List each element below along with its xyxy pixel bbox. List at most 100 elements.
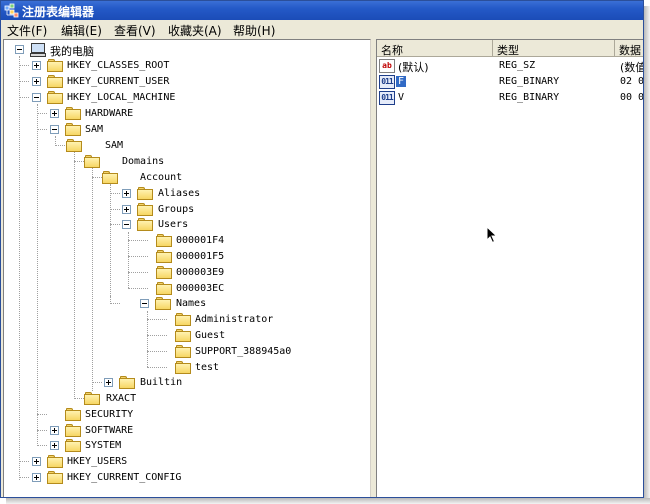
tree-label: SAM [105,140,124,151]
tree-label: Builtin [140,377,183,388]
tree-label: HKEY_USERS [67,456,128,467]
title-bar[interactable]: 注册表编辑器 [1,1,643,20]
folder-icon [65,439,81,452]
binary-value-icon: 011 [379,91,395,105]
tree-label: Groups [158,204,195,215]
expand-icon[interactable] [32,457,41,466]
expand-icon[interactable] [104,378,113,387]
tree-label: Users [158,219,189,230]
regedit-app-icon [4,3,19,18]
folder-icon [156,234,172,247]
open-folder-icon [102,171,118,184]
expand-icon[interactable] [32,473,41,482]
tree-label: 我的电脑 [50,45,94,58]
folder-icon [65,424,81,437]
tree-label: SAM [85,124,104,135]
collapse-icon[interactable] [50,125,59,134]
folder-icon [47,59,63,72]
open-folder-icon [65,123,81,136]
string-value-icon: ab [379,59,395,73]
open-folder-icon [47,91,63,104]
tree-label: SYSTEM [85,440,122,451]
tree-label: Names [176,298,207,309]
tree-label: HKEY_LOCAL_MACHINE [67,92,176,103]
folder-icon [84,392,100,405]
tree-label: 000003EC [176,283,225,294]
folder-icon [47,471,63,484]
folder-icon [137,203,153,216]
open-folder-icon [137,218,153,231]
folder-icon [175,329,191,342]
value-name: V [398,92,405,103]
open-folder-icon [84,155,100,168]
regedit-window: 注册表编辑器 文件(F) 编辑(E) 查看(V) 收藏夹(A) 帮助(H) 我的… [0,0,644,498]
menu-favorites[interactable]: 收藏夹(A) [168,22,222,39]
column-header-data[interactable]: 数据 [615,40,643,57]
tree-label: 000001F4 [176,235,225,246]
folder-icon [137,187,153,200]
binary-value-icon: 011 [379,75,395,89]
folder-icon [47,75,63,88]
folder-icon [156,282,172,295]
folder-icon [156,250,172,263]
tree-label: 000003E9 [176,267,225,278]
expand-icon[interactable] [122,205,131,214]
folder-icon [175,345,191,358]
value-data: 02 0 [620,76,643,87]
expand-icon[interactable] [32,77,41,86]
collapse-icon[interactable] [15,45,24,54]
tree-label: Domains [122,156,165,167]
expand-icon[interactable] [50,426,59,435]
tree-label: Guest [195,330,226,341]
tree-label: Account [140,172,183,183]
tree-label: Administrator [195,314,274,325]
value-data: 00 0 [620,92,643,103]
tree-label: 000001F5 [176,251,225,262]
menu-view[interactable]: 查看(V) [114,22,156,39]
column-header-type[interactable]: 类型 [493,40,615,57]
mouse-cursor-icon [486,226,498,244]
tree-label: SOFTWARE [85,425,134,436]
collapse-icon[interactable] [32,93,41,102]
tree-label: Aliases [158,188,201,199]
tree-label: HKEY_CLASSES_ROOT [67,60,170,71]
value-data: (数值 [620,61,643,74]
menu-file[interactable]: 文件(F) [7,22,47,39]
tree-label: RXACT [106,393,137,404]
open-folder-icon [155,297,171,310]
tree-label: HKEY_CURRENT_USER [67,76,170,87]
expand-icon[interactable] [50,441,59,450]
window-title: 注册表编辑器 [22,5,95,19]
expand-icon[interactable] [50,109,59,118]
value-name: (默认) [398,61,429,74]
folder-icon [65,408,81,421]
open-folder-icon [66,139,82,152]
column-header-name[interactable]: 名称 [377,40,493,57]
tree-label: HKEY_CURRENT_CONFIG [67,472,182,483]
tree-label: SUPPORT_388945a0 [195,346,292,357]
folder-icon [175,313,191,326]
collapse-icon[interactable] [140,299,149,308]
menu-help[interactable]: 帮助(H) [233,22,275,39]
key-tree-pane[interactable]: 我的电脑 HKEY_CLASSES_ROOT HKEY_CURRENT_USER… [3,39,371,497]
tree-label: HARDWARE [85,108,134,119]
folder-icon [47,455,63,468]
menu-edit[interactable]: 编辑(E) [61,22,102,39]
tree-label: SECURITY [85,409,134,420]
expand-icon[interactable] [122,189,131,198]
value-row-default[interactable]: ab (默认) REG_SZ (数值 [377,58,643,74]
value-type: REG_BINARY [499,76,560,87]
expand-icon[interactable] [32,61,41,70]
value-type: REG_SZ [499,60,536,71]
folder-icon [119,376,135,389]
folder-icon [65,107,81,120]
values-list-pane[interactable]: 名称 类型 数据 ab (默认) REG_SZ (数值 011 F REG_BI… [376,39,643,497]
folder-icon [175,361,191,374]
value-name-selected: F [396,76,407,87]
menu-bar: 文件(F) 编辑(E) 查看(V) 收藏夹(A) 帮助(H) [1,20,643,39]
value-row-f[interactable]: 011 F REG_BINARY 02 0 [377,74,643,90]
value-row-v[interactable]: 011 V REG_BINARY 00 0 [377,90,643,106]
folder-icon [156,266,172,279]
value-type: REG_BINARY [499,92,560,103]
collapse-icon[interactable] [122,220,131,229]
